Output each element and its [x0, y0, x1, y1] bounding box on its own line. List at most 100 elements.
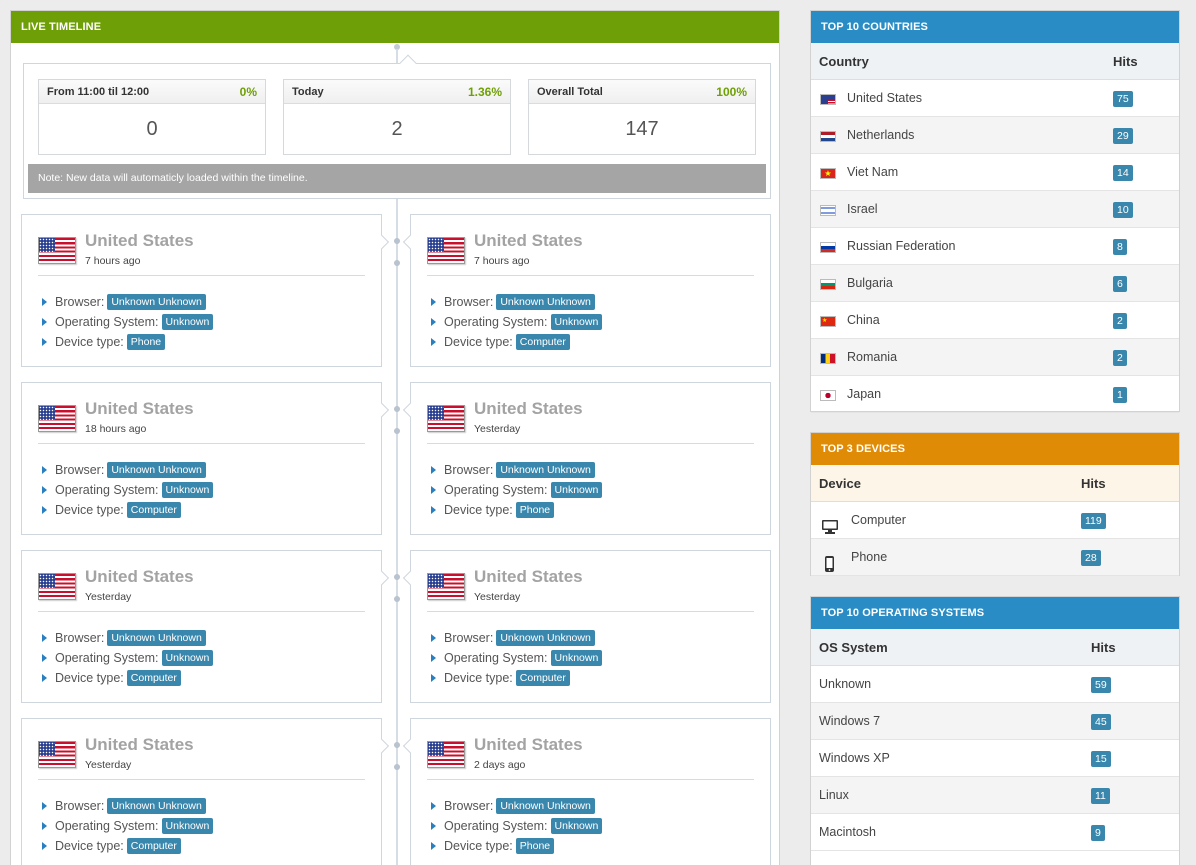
divider	[38, 443, 365, 444]
os-badge: Unknown	[161, 482, 214, 498]
browser-badge: Unknown Unknown	[107, 630, 206, 646]
country-hits-badge: 2	[1113, 313, 1127, 329]
os-row[interactable]: Macintosh 9	[811, 814, 1179, 851]
os-badge: Unknown	[161, 314, 214, 330]
os-label: Operating System:	[55, 651, 159, 665]
device-label: Device type:	[444, 503, 513, 517]
visit-card[interactable]: United States Yesterday Browser: Unknown Un…	[402, 382, 771, 535]
os-hits-badge: 11	[1091, 788, 1110, 804]
country-row[interactable]: Netherlands 29	[811, 117, 1179, 154]
device-badge: Computer	[515, 670, 570, 686]
visit-time: Yesterday	[85, 759, 132, 771]
arrow-right-icon	[42, 842, 47, 850]
visit-card[interactable]: United States Yesterday Browser: Unknown Un…	[402, 550, 771, 703]
device-row[interactable]: Computer 119	[811, 502, 1179, 539]
stat-box-today: Today 1.36% 2	[283, 79, 511, 155]
visit-time: Yesterday	[85, 591, 132, 603]
device-name: Computer	[851, 513, 906, 527]
arrow-right-icon	[42, 674, 47, 682]
stat-value: 0	[146, 118, 158, 140]
divider	[427, 611, 754, 612]
country-row[interactable]: Bulgaria 6	[811, 265, 1179, 302]
card-pointer	[402, 234, 418, 250]
us-flag-icon	[427, 573, 465, 600]
device-hits-badge: 28	[1081, 550, 1101, 566]
phone-icon	[821, 550, 839, 587]
browser-badge: Unknown Unknown	[107, 462, 206, 478]
device-badge: Phone	[515, 838, 555, 854]
country-row[interactable]: Israel 10	[811, 191, 1179, 228]
os-badge: Unknown	[161, 818, 214, 834]
visit-card[interactable]: United States 7 hours ago Browser: Unknown …	[21, 214, 390, 367]
arrow-right-icon	[431, 802, 436, 810]
hits-column-header[interactable]: Hits	[1113, 43, 1138, 80]
us-flag-icon	[427, 741, 465, 768]
os-hits-badge: 9	[1091, 825, 1105, 841]
os-table-header: OS System Hits	[811, 629, 1179, 666]
device-badge: Computer	[126, 838, 181, 854]
country-name: Israel	[847, 202, 878, 216]
card-pointer	[374, 570, 390, 586]
country-row[interactable]: Romania 2	[811, 339, 1179, 376]
visit-card[interactable]: United States Yesterday Browser: Unknown Un…	[21, 718, 390, 865]
arrow-right-icon	[431, 842, 436, 850]
bg-flag-icon	[820, 279, 836, 290]
country-row[interactable]: Japan 1	[811, 376, 1179, 413]
visit-card[interactable]: United States 18 hours ago Browser: Unknown…	[21, 382, 390, 535]
os-badge: Unknown	[550, 314, 603, 330]
arrow-right-icon	[431, 486, 436, 494]
hits-column-header[interactable]: Hits	[1081, 465, 1106, 502]
country-row[interactable]: Russian Federation 8	[811, 228, 1179, 265]
device-row[interactable]: Phone 28	[811, 539, 1179, 576]
visit-country: United States	[85, 399, 194, 418]
os-column-header[interactable]: OS System	[819, 629, 888, 666]
country-hits-badge: 8	[1113, 239, 1127, 255]
divider	[427, 275, 754, 276]
os-badge: Unknown	[161, 650, 214, 666]
arrow-right-icon	[431, 674, 436, 682]
os-row[interactable]: Unknown 59	[811, 666, 1179, 703]
timeline-dot	[394, 428, 400, 434]
timeline-dot	[394, 238, 400, 244]
os-hits-badge: 45	[1091, 714, 1111, 730]
browser-label: Browser:	[55, 799, 105, 813]
country-column-header[interactable]: Country	[819, 43, 869, 80]
browser-badge: Unknown Unknown	[107, 294, 206, 310]
divider	[38, 275, 365, 276]
os-label: Operating System:	[444, 819, 548, 833]
country-name: China	[847, 313, 880, 327]
visit-card[interactable]: United States Yesterday Browser: Unknown Un…	[21, 550, 390, 703]
country-row[interactable]: ★ China 2	[811, 302, 1179, 339]
country-row[interactable]: ★ Viet Nam 14	[811, 154, 1179, 191]
device-badge: Phone	[515, 502, 555, 518]
stat-label: Overall Total	[537, 86, 603, 98]
device-column-header[interactable]: Device	[819, 465, 861, 502]
os-row[interactable]: Windows XP 15	[811, 740, 1179, 777]
arrow-right-icon	[431, 318, 436, 326]
country-name: Romania	[847, 350, 898, 364]
browser-label: Browser:	[444, 295, 494, 309]
arrow-right-icon	[431, 654, 436, 662]
stat-value: 147	[625, 118, 659, 140]
timeline-note: Note: New data will automaticly loaded w…	[28, 164, 766, 193]
country-row[interactable]: United States 75	[811, 80, 1179, 117]
visit-country: United States	[474, 735, 583, 754]
top-countries-panel: TOP 10 COUNTRIES Country Hits United Sta…	[810, 10, 1180, 413]
os-row[interactable]: Windows 7 45	[811, 703, 1179, 740]
live-timeline-panel: LIVE TIMELINE From 11:00 til 12:00 0% 0 T…	[10, 10, 780, 865]
country-hits-badge: 10	[1113, 202, 1133, 218]
vn-flag-icon: ★	[820, 168, 836, 179]
visit-card[interactable]: United States 7 hours ago Browser: Unknown …	[402, 214, 771, 367]
os-label: Operating System:	[444, 483, 548, 497]
os-label: Operating System:	[55, 819, 159, 833]
os-name: Unknown	[819, 677, 872, 691]
device-badge: Computer	[126, 670, 181, 686]
timeline-dot	[394, 764, 400, 770]
os-row[interactable]: Linux 11	[811, 777, 1179, 814]
visit-card[interactable]: United States 2 days ago Browser: Unknown U…	[402, 718, 771, 865]
hits-column-header[interactable]: Hits	[1091, 629, 1116, 666]
us-flag-icon	[38, 405, 76, 432]
card-pointer	[402, 738, 418, 754]
arrow-right-icon	[42, 506, 47, 514]
os-badge: Unknown	[550, 650, 603, 666]
